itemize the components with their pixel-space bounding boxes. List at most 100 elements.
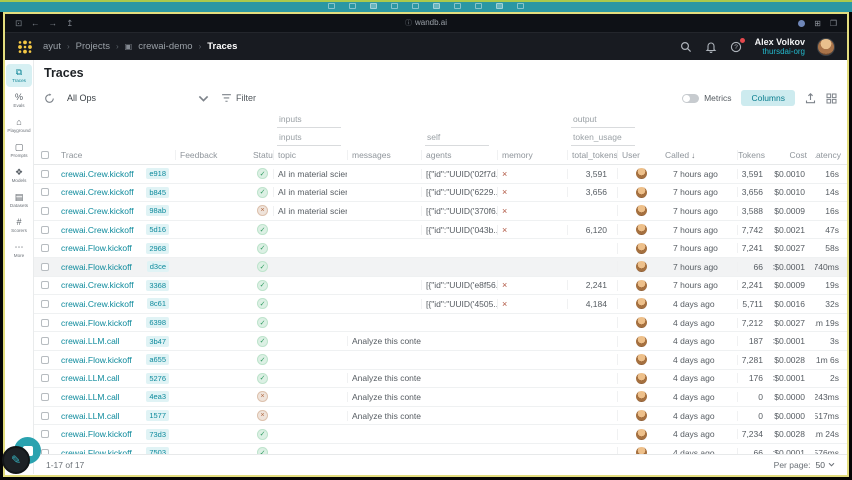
search-icon[interactable] bbox=[680, 40, 693, 53]
sidebar-item-traces[interactable]: ⧉ Traces bbox=[6, 64, 32, 87]
table-row[interactable]: crewai.Crew.kickoff e918 ✓ AI in material s… bbox=[34, 165, 847, 184]
col-latency[interactable]: Latency bbox=[815, 150, 847, 160]
row-checkbox[interactable] bbox=[41, 206, 49, 215]
export-icon[interactable] bbox=[805, 92, 816, 104]
messages-cell: Analyze this conten... bbox=[347, 336, 421, 347]
trace-link[interactable]: crewai.Flow.kickoff bbox=[61, 262, 132, 272]
toolbar-icon[interactable] bbox=[517, 3, 524, 9]
toolbar-icon[interactable] bbox=[391, 3, 398, 9]
wandb-logo[interactable] bbox=[17, 40, 33, 54]
columns-button[interactable]: Columns bbox=[741, 90, 795, 106]
toolbar-icon[interactable] bbox=[475, 3, 482, 9]
breadcrumb-entity[interactable]: ayut bbox=[43, 41, 61, 52]
row-checkbox[interactable] bbox=[41, 299, 49, 308]
ops-selector[interactable]: All Ops bbox=[63, 91, 213, 106]
row-checkbox[interactable] bbox=[41, 225, 49, 234]
filter-button[interactable]: Filter bbox=[221, 93, 256, 104]
col-trace[interactable]: Trace bbox=[57, 150, 175, 160]
sidebar-item-datasets[interactable]: ▤ Datasets bbox=[6, 189, 32, 212]
table-row[interactable]: crewai.LLM.call 3b47 ✓ Analyze this conten.… bbox=[34, 332, 847, 351]
breadcrumb-projects[interactable]: Projects bbox=[76, 41, 110, 52]
breadcrumb-project[interactable]: crewai-demo bbox=[138, 41, 192, 52]
col-user[interactable]: User bbox=[617, 150, 661, 160]
sidebar-item-prompts[interactable]: ▢ Prompts bbox=[6, 139, 32, 162]
trace-link[interactable]: crewai.Flow.kickoff bbox=[61, 243, 132, 253]
toolbar-icon[interactable] bbox=[370, 3, 377, 9]
table-row[interactable]: crewai.Flow.kickoff 2968 ✓ 7 hours ago 7,241… bbox=[34, 239, 847, 258]
table-row[interactable]: crewai.LLM.call 4ea3 × Analyze this conten.… bbox=[34, 388, 847, 407]
row-checkbox[interactable] bbox=[41, 392, 49, 401]
toolbar-icon[interactable] bbox=[349, 3, 356, 9]
notifications-bell-icon[interactable] bbox=[705, 40, 718, 53]
trace-link[interactable]: crewai.Flow.kickoff bbox=[61, 355, 132, 365]
col-total-tokens[interactable]: total_tokens bbox=[567, 150, 617, 160]
sidebar-item-scorers[interactable]: # Scorers bbox=[6, 214, 32, 237]
trace-link[interactable]: crewai.Crew.kickoff bbox=[61, 206, 134, 216]
row-checkbox[interactable] bbox=[41, 169, 49, 178]
col-memory[interactable]: memory bbox=[497, 150, 567, 160]
col-called[interactable]: Called ↓ bbox=[661, 150, 737, 160]
table-row[interactable]: crewai.Crew.kickoff b845 ✓ AI in material s… bbox=[34, 184, 847, 203]
table-row[interactable]: crewai.Crew.kickoff 5d16 ✓ [{"id":"UUID('04… bbox=[34, 221, 847, 240]
pencil-icon[interactable]: ✎ bbox=[2, 446, 30, 474]
row-checkbox[interactable] bbox=[41, 262, 49, 271]
trace-link[interactable]: crewai.Crew.kickoff bbox=[61, 280, 134, 290]
row-checkbox[interactable] bbox=[41, 188, 49, 197]
row-checkbox[interactable] bbox=[41, 355, 49, 364]
toolbar-icon[interactable] bbox=[433, 3, 440, 9]
toolbar-icon[interactable] bbox=[328, 3, 335, 9]
row-checkbox[interactable] bbox=[41, 281, 49, 290]
table-row[interactable]: crewai.Crew.kickoff 3368 ✓ [{"id":"UUID('e8… bbox=[34, 277, 847, 296]
trace-link[interactable]: crewai.Crew.kickoff bbox=[61, 187, 134, 197]
cost-cell: $0.0010 bbox=[774, 187, 805, 198]
help-icon[interactable]: ? bbox=[730, 38, 745, 53]
refresh-icon[interactable] bbox=[44, 92, 55, 104]
select-all-checkbox[interactable] bbox=[41, 151, 49, 159]
trace-link[interactable]: crewai.LLM.call bbox=[61, 411, 120, 421]
row-checkbox[interactable] bbox=[41, 374, 49, 383]
user-org-link[interactable]: thursdai-org bbox=[755, 47, 805, 56]
trace-link[interactable]: crewai.LLM.call bbox=[61, 392, 120, 402]
total-tokens-cell: 2,241 bbox=[567, 280, 617, 291]
table-row[interactable]: crewai.Flow.kickoff a655 ✓ 4 days ago 7,281 $… bbox=[34, 351, 847, 370]
table-row[interactable]: crewai.Crew.kickoff 98ab × AI in material s… bbox=[34, 202, 847, 221]
col-cost[interactable]: Cost bbox=[773, 150, 815, 160]
table-row[interactable]: crewai.Flow.kickoff d3ce ✓ 7 hours ago 66<$0… bbox=[34, 257, 847, 277]
browser-tab[interactable]: ⓘ wandb.ai bbox=[5, 18, 847, 28]
sidebar-item-more[interactable]: ⋯ More bbox=[6, 239, 32, 262]
metrics-toggle[interactable] bbox=[682, 93, 700, 103]
col-topic[interactable]: topic bbox=[273, 150, 347, 160]
avatar[interactable] bbox=[817, 37, 835, 56]
settings-grid-icon[interactable] bbox=[826, 93, 837, 104]
trace-link[interactable]: crewai.LLM.call bbox=[61, 373, 120, 383]
row-checkbox[interactable] bbox=[41, 411, 49, 420]
sidebar-item-evals[interactable]: % Evals bbox=[6, 89, 32, 112]
user-menu[interactable]: Alex Volkov thursdai-org bbox=[755, 37, 805, 57]
col-messages[interactable]: messages bbox=[347, 150, 421, 160]
cost-cell: <$0.0001 bbox=[773, 373, 805, 384]
sidebar-item-models[interactable]: ❖ Models bbox=[6, 164, 32, 187]
row-checkbox[interactable] bbox=[41, 337, 49, 346]
table-row[interactable]: crewai.LLM.call 1577 × Analyze this conten.… bbox=[34, 407, 847, 426]
toolbar-icon[interactable] bbox=[412, 3, 419, 9]
trace-link[interactable]: crewai.Crew.kickoff bbox=[61, 225, 134, 235]
row-checkbox[interactable] bbox=[41, 318, 49, 327]
table-row[interactable]: crewai.LLM.call 5276 ✓ Analyze this conten.… bbox=[34, 370, 847, 389]
col-agents[interactable]: agents bbox=[421, 150, 497, 160]
trace-link[interactable]: crewai.Crew.kickoff bbox=[61, 169, 134, 179]
col-status[interactable]: Status bbox=[249, 150, 273, 160]
col-tokens[interactable]: Tokens bbox=[737, 150, 773, 160]
trace-link[interactable]: crewai.Flow.kickoff bbox=[61, 429, 132, 439]
row-checkbox[interactable] bbox=[41, 244, 49, 253]
table-row[interactable]: crewai.Crew.kickoff 8c61 ✓ [{"id":"UUID('45… bbox=[34, 295, 847, 314]
per-page-select[interactable]: 50 bbox=[816, 460, 835, 470]
table-row[interactable]: crewai.Flow.kickoff 6398 ✓ 4 days ago 7,212 $… bbox=[34, 314, 847, 333]
toolbar-icon[interactable] bbox=[496, 3, 503, 9]
toolbar-icon[interactable] bbox=[454, 3, 461, 9]
trace-link[interactable]: crewai.Crew.kickoff bbox=[61, 299, 134, 309]
trace-link[interactable]: crewai.LLM.call bbox=[61, 336, 120, 346]
col-feedback[interactable]: Feedback bbox=[175, 150, 249, 160]
trace-link[interactable]: crewai.Flow.kickoff bbox=[61, 318, 132, 328]
table-row[interactable]: crewai.Flow.kickoff 73d3 ✓ 4 days ago 7,234 $… bbox=[34, 425, 847, 444]
sidebar-item-playground[interactable]: ⌂ Playground bbox=[6, 114, 32, 137]
